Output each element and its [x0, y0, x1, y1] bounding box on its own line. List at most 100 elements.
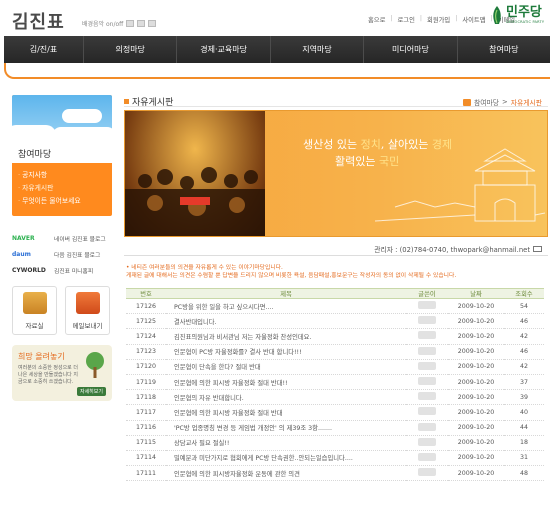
nav-participation[interactable]: 참여마당 [458, 36, 550, 63]
post-number: 17118 [126, 389, 166, 406]
send-mail-button[interactable]: 메일보내기 [65, 286, 110, 335]
crowd-illustration [125, 167, 265, 236]
header: 김진표 배경음악 on/off 홈으로 | 로그인 | 회원가입 | 사이트맵 | 이메… [0, 0, 554, 36]
author-blurred [418, 422, 436, 431]
sidebar-item-qna[interactable]: · 무엇이든 물어보세요 [18, 195, 106, 208]
post-hits: 42 [504, 359, 544, 375]
nav-region[interactable]: 지역마당 [271, 36, 365, 63]
link-login[interactable]: 로그인 [398, 15, 415, 24]
mail-icon[interactable] [533, 246, 542, 252]
author-blurred [418, 468, 436, 477]
table-row[interactable]: 17120 인문협이 단속을 한다? 절대 반대 2009-10-20 42 [126, 359, 544, 375]
bgm-stop-icon[interactable] [148, 20, 157, 27]
archive-button[interactable]: 자료실 [12, 286, 57, 335]
blog-naver[interactable]: NAVER 네이버 김진표 블로그 [12, 230, 112, 246]
post-number: 17117 [126, 404, 166, 421]
table-header-row: 번호 제목 글쓴이 날짜 조회수 [126, 288, 544, 299]
col-header-hits: 조회수 [504, 288, 544, 299]
post-author [406, 374, 448, 391]
hope-more-button[interactable]: 자세히보기 [76, 387, 106, 396]
mailbox-icon [76, 292, 100, 314]
sidebar-list: · 공지사항 · 자유게시판 · 무엇이든 물어보세요 [12, 163, 112, 216]
author-blurred [418, 331, 436, 340]
title-divider [124, 106, 548, 107]
post-subject-link[interactable]: 인문협에 의한 피시방 자율정화 절대 반대!! [166, 374, 406, 391]
nav-media[interactable]: 미디어마당 [364, 36, 458, 63]
link-home[interactable]: 홈으로 [368, 15, 385, 24]
admin-text: 관리자 : (02)784-0740, thwopark@hanmail.net [374, 246, 530, 254]
table-row[interactable]: 17118 인문협의 자유 반대합니다. 2009-10-20 39 [126, 389, 544, 406]
post-subject-link[interactable]: 결사반대입니다. [166, 313, 406, 330]
divider: | [390, 15, 393, 22]
cyworld-logo: CYWORLD [12, 266, 46, 274]
bgm-pause-icon[interactable] [137, 20, 146, 27]
post-author [406, 359, 448, 375]
board-notice: • 네티즌 여러분들의 의견을 자유롭게 수 있는 이야기마당입니다. 게재된 … [126, 264, 456, 280]
post-author [406, 313, 448, 330]
post-author [406, 298, 448, 315]
post-subject-link[interactable]: 김진표의원님과 비서관님 저는 자율정화 찬성인데요. [166, 328, 406, 345]
post-subject-link[interactable]: 'PC방 업종명칭 변경 등 게임법 개정안' 의 제39조 3항....... [166, 420, 406, 436]
table-row[interactable]: 17126 PC방을 위한 일을 하고 싶으시다면.... 2009-10-20 54 [126, 298, 544, 315]
post-author [406, 404, 448, 421]
table-row[interactable]: 17124 김진표의원님과 비서관님 저는 자율정화 찬성인데요. 2009-10-… [126, 328, 544, 345]
post-subject-link[interactable]: 인문협이 PC방 자율정화를? 결사 반대 합니다!!! [166, 344, 406, 360]
notice-line-2: 게재된 글에 대해서는 의견은 수렴할 뿐 답변을 드리지 않으며 비롯한 욕설… [126, 273, 457, 279]
banner: 생산성 있는 정치, 살아있는 경제 활력있는 국민 [124, 110, 548, 237]
post-subject-link[interactable]: 인문협의 자유 반대합니다. [166, 389, 406, 406]
home-icon[interactable] [463, 98, 472, 106]
rally-photo [125, 111, 265, 236]
col-header-author: 글쓴이 [406, 288, 448, 299]
post-subject-link[interactable]: PC방을 위한 일을 하고 싶으시다면.... [166, 298, 406, 315]
sidebar-title: 참여마당 [18, 150, 52, 160]
author-blurred [418, 392, 436, 401]
blog-label: 김진표 미니홈피 [54, 268, 94, 275]
nav-economy[interactable]: 경제·교육마당 [177, 36, 271, 63]
author-blurred [418, 346, 436, 355]
sidebar-item-freeboard[interactable]: · 자유게시판 [18, 182, 106, 195]
link-join[interactable]: 회원가입 [427, 15, 450, 24]
table-row[interactable]: 17116 'PC방 업종명칭 변경 등 게임법 개정안' 의 제39조 3항..… [126, 420, 544, 436]
site-logo[interactable]: 김진표 [12, 8, 65, 34]
hope-desc: 여러분의 소중한 정성으로 더나은 세상을 만들겠습니다 지금으로 소중히 쓰겠… [18, 365, 78, 385]
sidebar: 참여마당 · 공지사항 · 자유게시판 · 무엇이든 물어보세요 NAVER 네이버 … [12, 95, 112, 401]
table-row[interactable]: 17125 결사반대입니다. 2009-10-20 46 [126, 313, 544, 330]
table-row[interactable]: 17117 인문협에 의한 피시방 자율정화 절대 반대 2009-10-20 40 [126, 404, 544, 421]
table-row[interactable]: 17119 인문협에 의한 피시방 자율정화 절대 반대!! 2009-10-20 3… [126, 374, 544, 391]
post-number: 17124 [126, 328, 166, 345]
post-number: 17125 [126, 313, 166, 330]
table-row[interactable]: 17114 밀예분과 미단가지로 협회에게 PC방 단속권한..안되는일습입니다.… [126, 450, 544, 467]
table-row[interactable]: 17115 상담교사 필요 절실!! 2009-10-20 18 [126, 435, 544, 451]
bgm-play-icon[interactable] [126, 20, 135, 27]
post-subject-link[interactable]: 밀예분과 미단가지로 협회에게 PC방 단속권한..안되는일습입니다.... [166, 450, 406, 467]
post-number: 17126 [126, 298, 166, 315]
sidebar-item-notice[interactable]: · 공지사항 [18, 169, 106, 182]
party-logo[interactable]: 민주당 DEMOCRATIC PARTY [490, 5, 544, 25]
sidebar-title-area: 참여마당 [12, 141, 112, 163]
blog-daum[interactable]: daum 다음 김진표 블로그 [12, 246, 112, 262]
sidebar-item-label: 공지사항 [22, 171, 48, 179]
bgm-label: 배경음악 on/off [82, 21, 124, 28]
archive-label: 자료실 [25, 322, 44, 330]
table-row[interactable]: 17111 인문협에 의한 피시방자율정화 운동에 관한 의견 2009-10-20… [126, 465, 544, 482]
post-number: 17114 [126, 450, 166, 467]
post-date: 2009-10-20 [448, 344, 504, 360]
post-subject-link[interactable]: 인문협에 의한 피시방자율정화 운동에 관한 의견 [166, 465, 406, 482]
post-author [406, 450, 448, 467]
post-date: 2009-10-20 [448, 313, 504, 330]
nav-assembly[interactable]: 의정마당 [84, 36, 178, 63]
post-hits: 37 [504, 374, 544, 391]
title-square-icon [124, 99, 129, 104]
post-hits: 44 [504, 420, 544, 436]
blog-cyworld[interactable]: CYWORLD 김진표 미니홈피 [12, 262, 112, 278]
blog-label: 다음 김진표 블로그 [54, 252, 101, 259]
send-mail-label: 메일보내기 [72, 322, 103, 330]
post-subject-link[interactable]: 인문협에 의한 피시방 자율정화 절대 반대 [166, 404, 406, 421]
table-row[interactable]: 17123 인문협이 PC방 자율정화를? 결사 반대 합니다!!! 2009-10… [126, 344, 544, 360]
post-subject-link[interactable]: 인문협이 단속을 한다? 절대 반대 [166, 359, 406, 375]
notice-line-1: • 네티즌 여러분들의 의견을 자유롭게 수 있는 이야기마당입니다. [126, 265, 283, 271]
link-sitemap[interactable]: 사이트맵 [462, 15, 485, 24]
nav-kimjinpyo[interactable]: 김/진/표 [4, 36, 84, 63]
post-subject-link[interactable]: 상담교사 필요 절실!! [166, 435, 406, 451]
post-date: 2009-10-20 [448, 404, 504, 421]
